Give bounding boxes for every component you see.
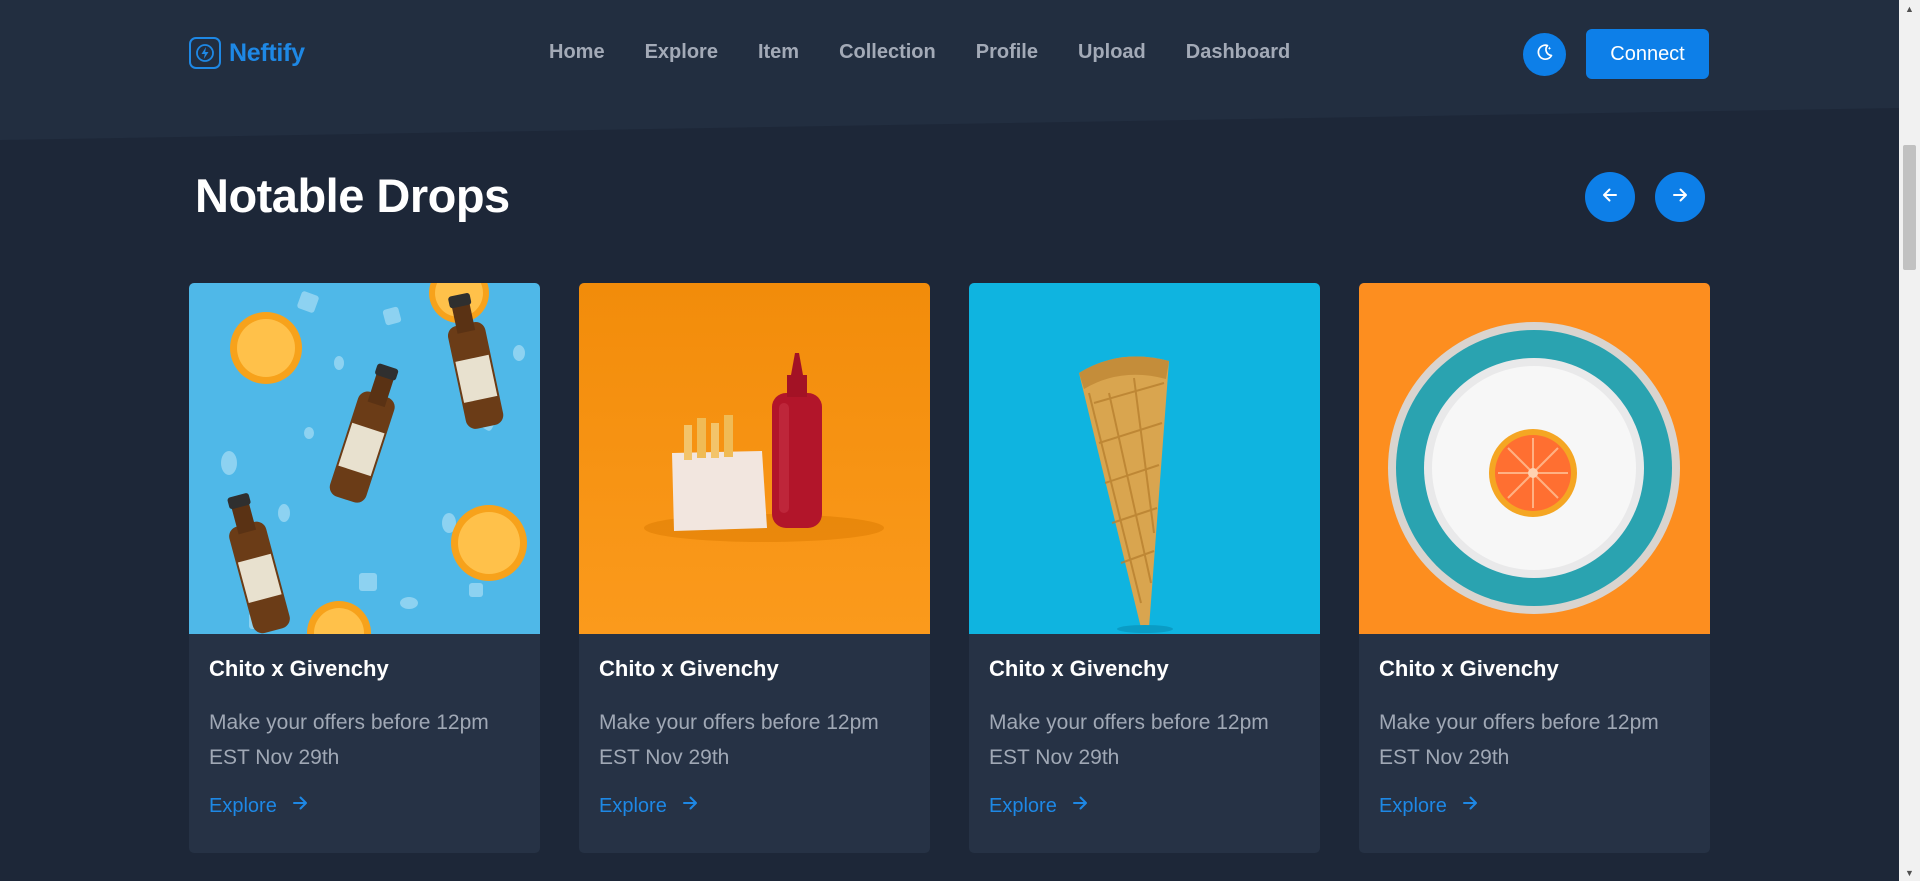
card-description: Make your offers before 12pm EST Nov 29t… (1379, 711, 1659, 769)
arrow-right-icon (291, 794, 309, 818)
card-description: Make your offers before 12pm EST Nov 29t… (989, 711, 1269, 769)
drop-card[interactable]: Chito x Givenchy Make your offers before… (579, 283, 930, 853)
drop-card[interactable]: Chito x Givenchy Make your offers before… (969, 283, 1320, 853)
card-image[interactable] (1359, 283, 1710, 634)
card-image[interactable] (189, 283, 540, 634)
card-title[interactable]: Chito x Givenchy (599, 656, 910, 682)
card-title[interactable]: Chito x Givenchy (1379, 656, 1690, 682)
scrollbar-thumb[interactable] (1903, 145, 1916, 270)
carousel-next-button[interactable] (1655, 172, 1705, 222)
theme-toggle-button[interactable] (1523, 33, 1566, 76)
card-description: Make your offers before 12pm EST Nov 29t… (209, 711, 489, 769)
arrow-right-icon (681, 794, 699, 818)
nav-item[interactable]: Item (758, 41, 799, 64)
card-title[interactable]: Chito x Givenchy (989, 656, 1300, 682)
explore-link-label: Explore (209, 794, 277, 817)
explore-link-label: Explore (989, 794, 1057, 817)
brand-name: Neftify (229, 38, 305, 67)
drop-card[interactable]: Chito x Givenchy Make your offers before… (189, 283, 540, 853)
arrow-right-icon (1670, 185, 1690, 210)
connect-button[interactable]: Connect (1586, 29, 1709, 79)
explore-link-label: Explore (1379, 794, 1447, 817)
arrow-right-icon (1071, 794, 1089, 818)
arrow-left-icon (1600, 185, 1620, 210)
explore-link[interactable]: Explore (989, 794, 1300, 818)
nav-collection[interactable]: Collection (839, 41, 936, 64)
scroll-up-arrow-icon[interactable]: ▲ (1899, 0, 1920, 17)
nav-dashboard[interactable]: Dashboard (1186, 41, 1290, 64)
drop-card[interactable]: Chito x Givenchy Make your offers before… (1359, 283, 1710, 853)
site-header: Neftify Home Explore Item Collection Pro… (0, 0, 1899, 140)
card-description: Make your offers before 12pm EST Nov 29t… (599, 711, 879, 769)
vertical-scrollbar[interactable]: ▲ ▼ (1899, 0, 1920, 881)
scroll-down-arrow-icon[interactable]: ▼ (1899, 864, 1920, 881)
moon-icon (1535, 42, 1555, 67)
nav-home[interactable]: Home (549, 41, 605, 64)
explore-link[interactable]: Explore (209, 794, 520, 818)
explore-link[interactable]: Explore (599, 794, 910, 818)
card-title[interactable]: Chito x Givenchy (209, 656, 520, 682)
carousel-prev-button[interactable] (1585, 172, 1635, 222)
card-image[interactable] (969, 283, 1320, 634)
arrow-right-icon (1461, 794, 1479, 818)
main-nav: Home Explore Item Collection Profile Upl… (549, 41, 1290, 64)
lightning-icon (189, 37, 221, 69)
section-title: Notable Drops (195, 169, 510, 222)
card-image[interactable] (579, 283, 930, 634)
nav-profile[interactable]: Profile (976, 41, 1038, 64)
nav-explore[interactable]: Explore (645, 41, 718, 64)
explore-link[interactable]: Explore (1379, 794, 1690, 818)
nav-upload[interactable]: Upload (1078, 41, 1146, 64)
brand-logo[interactable]: Neftify (189, 35, 305, 71)
explore-link-label: Explore (599, 794, 667, 817)
